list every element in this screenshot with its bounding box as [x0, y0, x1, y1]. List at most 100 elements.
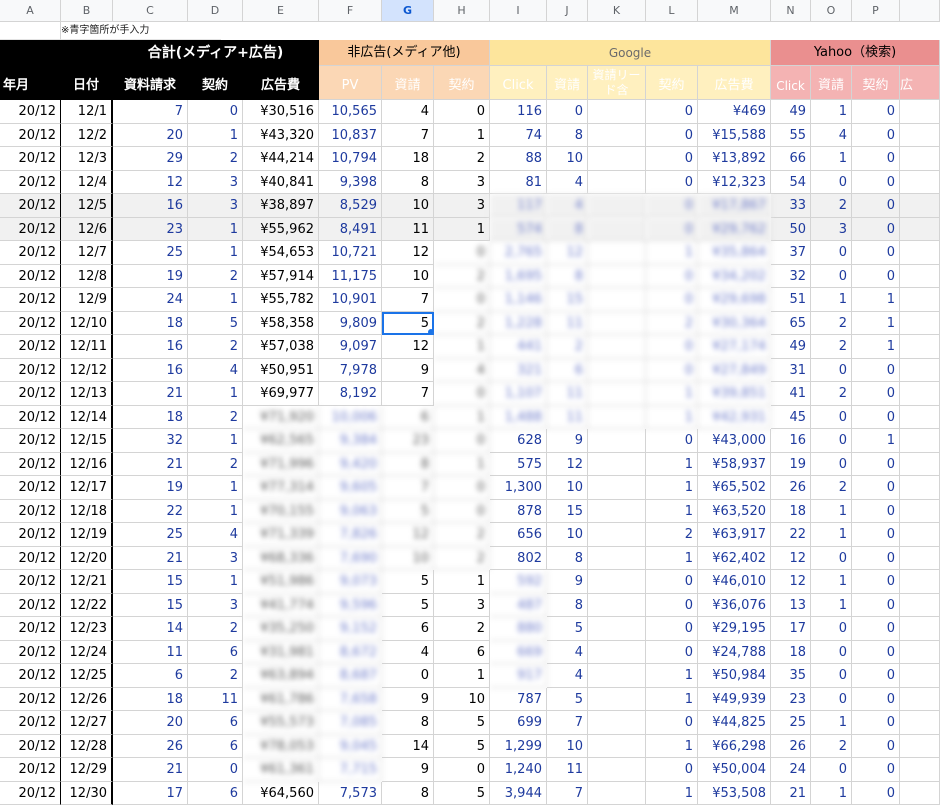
cell[interactable]: 12/1	[61, 100, 113, 124]
cell[interactable]: 18	[382, 147, 434, 171]
cell[interactable]: 0	[382, 664, 434, 688]
cell[interactable]: ¥51,986	[243, 570, 319, 594]
cell[interactable]: 3	[811, 218, 852, 242]
cell[interactable]: 1	[646, 453, 698, 477]
header-date[interactable]: 日付	[61, 66, 113, 100]
manual-input-note[interactable]: ※青字箇所が手入力	[61, 22, 221, 40]
cell[interactable]: 9,384	[319, 429, 382, 453]
cell[interactable]: 25	[771, 711, 811, 735]
cell[interactable]: 0	[646, 218, 698, 242]
cell[interactable]: 21	[771, 782, 811, 805]
cell[interactable]: 0	[852, 359, 900, 383]
cell[interactable]: 0	[434, 500, 490, 524]
cell[interactable]	[900, 312, 940, 336]
cell[interactable]	[900, 570, 940, 594]
cell[interactable]	[588, 265, 646, 289]
cell[interactable]: 9	[382, 359, 434, 383]
cell[interactable]	[588, 758, 646, 782]
cell[interactable]: ¥55,573	[243, 711, 319, 735]
cell[interactable]: 0	[852, 782, 900, 805]
cell[interactable]: 1	[646, 664, 698, 688]
cell[interactable]: 16	[113, 335, 188, 359]
cell[interactable]: 12	[771, 570, 811, 594]
cell[interactable]: 0	[852, 241, 900, 265]
cell[interactable]: 117	[490, 194, 547, 218]
cell[interactable]: 6	[188, 735, 243, 759]
cell[interactable]: 5	[434, 782, 490, 805]
cell[interactable]: 6	[188, 711, 243, 735]
header-shiryo[interactable]: 資料請求	[113, 66, 188, 100]
cell[interactable]	[588, 782, 646, 805]
cell[interactable]: 12	[113, 171, 188, 195]
cell[interactable]: 11	[547, 758, 588, 782]
cell[interactable]	[900, 664, 940, 688]
cell[interactable]: 5	[382, 594, 434, 618]
cell[interactable]: 8	[547, 124, 588, 148]
cell[interactable]: 1,228	[490, 312, 547, 336]
header-keiyaku2[interactable]: 契約	[434, 66, 490, 100]
cell[interactable]: 4	[188, 359, 243, 383]
cell[interactable]: 1	[188, 218, 243, 242]
cell[interactable]: ¥41,774	[243, 594, 319, 618]
cell[interactable]: 1,695	[490, 265, 547, 289]
cell[interactable]: 12/23	[61, 617, 113, 641]
cell[interactable]	[900, 617, 940, 641]
cell[interactable]: 5	[547, 688, 588, 712]
cell[interactable]: 0	[852, 382, 900, 406]
cell[interactable]: ¥65,502	[698, 476, 771, 500]
cell[interactable]: 0	[811, 429, 852, 453]
cell[interactable]: 74	[490, 124, 547, 148]
cell[interactable]: 0	[852, 147, 900, 171]
header-shisei2[interactable]: 資請	[547, 66, 588, 100]
cell[interactable]: 6	[382, 617, 434, 641]
cell[interactable]	[588, 429, 646, 453]
cell[interactable]: 12/28	[61, 735, 113, 759]
cell[interactable]: 20/12	[0, 382, 61, 406]
cell[interactable]: 2	[434, 147, 490, 171]
column-header[interactable]: D	[188, 0, 243, 22]
cell[interactable]: ¥12,323	[698, 171, 771, 195]
cell[interactable]	[588, 688, 646, 712]
cell[interactable]: 15	[547, 500, 588, 524]
cell[interactable]	[588, 617, 646, 641]
cell[interactable]: 0	[188, 758, 243, 782]
cell[interactable]: 20/12	[0, 241, 61, 265]
cell[interactable]: 20/12	[0, 711, 61, 735]
cell[interactable]: 4	[547, 171, 588, 195]
column-header[interactable]: L	[646, 0, 698, 22]
cell[interactable]: 3,944	[490, 782, 547, 805]
cell[interactable]: 9,398	[319, 171, 382, 195]
cell[interactable]: 6	[113, 664, 188, 688]
cell[interactable]: 8,687	[319, 664, 382, 688]
cell[interactable]: 11,175	[319, 265, 382, 289]
cell[interactable]: 1	[811, 147, 852, 171]
cell[interactable]: 0	[646, 711, 698, 735]
cell[interactable]	[900, 382, 940, 406]
cell[interactable]: 11	[113, 641, 188, 665]
header-pv[interactable]: PV	[319, 66, 382, 100]
cell[interactable]: 33	[771, 194, 811, 218]
cell[interactable]: ¥15,588	[698, 124, 771, 148]
cell[interactable]: 32	[113, 429, 188, 453]
cell[interactable]: 20/12	[0, 312, 61, 336]
cell[interactable]	[900, 735, 940, 759]
cell[interactable]	[900, 711, 940, 735]
cell[interactable]: 0	[646, 758, 698, 782]
cell[interactable]: 4	[547, 664, 588, 688]
cell[interactable]	[900, 429, 940, 453]
cell[interactable]: ¥39,851	[698, 382, 771, 406]
cell[interactable]: 6	[382, 406, 434, 430]
cell[interactable]: 12/2	[61, 124, 113, 148]
cell[interactable]: 1	[811, 782, 852, 805]
cell[interactable]	[588, 194, 646, 218]
cell[interactable]: 20/12	[0, 124, 61, 148]
cell[interactable]: 20/12	[0, 429, 61, 453]
cell[interactable]: 2	[811, 735, 852, 759]
cell[interactable]: 1,240	[490, 758, 547, 782]
cell[interactable]: 15	[113, 570, 188, 594]
cell[interactable]: 0	[811, 171, 852, 195]
cell[interactable]: ¥35,250	[243, 617, 319, 641]
cell[interactable]: 699	[490, 711, 547, 735]
cell[interactable]: 19	[113, 476, 188, 500]
cell[interactable]: 10	[382, 265, 434, 289]
